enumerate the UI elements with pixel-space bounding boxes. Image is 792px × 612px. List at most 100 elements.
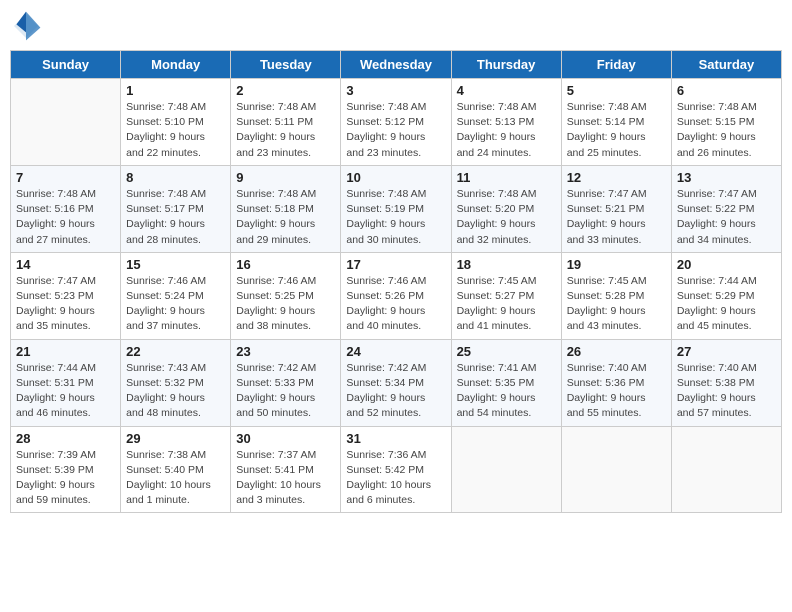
day-number: 14 (16, 257, 115, 272)
day-number: 23 (236, 344, 335, 359)
day-number: 6 (677, 83, 776, 98)
cell-info: Sunrise: 7:42 AMSunset: 5:34 PMDaylight:… (346, 361, 445, 422)
logo-icon (10, 10, 42, 42)
calendar-cell: 7 Sunrise: 7:48 AMSunset: 5:16 PMDaylight… (11, 165, 121, 252)
cell-info: Sunrise: 7:47 AMSunset: 5:22 PMDaylight:… (677, 187, 776, 248)
logo (10, 10, 46, 42)
cell-info: Sunrise: 7:40 AMSunset: 5:36 PMDaylight:… (567, 361, 666, 422)
weekday-header-friday: Friday (561, 51, 671, 79)
cell-info: Sunrise: 7:42 AMSunset: 5:33 PMDaylight:… (236, 361, 335, 422)
day-number: 9 (236, 170, 335, 185)
day-number: 24 (346, 344, 445, 359)
calendar-cell: 21Sunrise: 7:44 AMSunset: 5:31 PMDayligh… (11, 339, 121, 426)
day-number: 7 (16, 170, 115, 185)
calendar-table: SundayMondayTuesdayWednesdayThursdayFrid… (10, 50, 782, 513)
calendar-cell: 30 Sunrise: 7:37 AMSunset: 5:41 PMDayligh… (231, 426, 341, 513)
cell-info: Sunrise: 7:38 AMSunset: 5:40 PMDaylight:… (126, 448, 225, 509)
day-number: 26 (567, 344, 666, 359)
calendar-cell: 16 Sunrise: 7:46 AMSunset: 5:25 PMDayligh… (231, 252, 341, 339)
calendar-cell: 24 Sunrise: 7:42 AMSunset: 5:34 PMDayligh… (341, 339, 451, 426)
cell-info: Sunrise: 7:48 AMSunset: 5:18 PMDaylight:… (236, 187, 335, 248)
day-number: 13 (677, 170, 776, 185)
cell-info: Sunrise: 7:37 AMSunset: 5:41 PMDaylight:… (236, 448, 335, 509)
calendar-cell: 1 Sunrise: 7:48 AMSunset: 5:10 PMDaylight… (121, 79, 231, 166)
calendar-cell: 27 Sunrise: 7:40 AMSunset: 5:38 PMDayligh… (671, 339, 781, 426)
day-number: 20 (677, 257, 776, 272)
weekday-header-saturday: Saturday (671, 51, 781, 79)
weekday-header-monday: Monday (121, 51, 231, 79)
calendar-cell: 23 Sunrise: 7:42 AMSunset: 5:33 PMDayligh… (231, 339, 341, 426)
day-number: 29 (126, 431, 225, 446)
day-number: 21 (16, 344, 115, 359)
cell-info: Sunrise: 7:48 AMSunset: 5:17 PMDaylight:… (126, 187, 225, 248)
cell-info: Sunrise: 7:48 AMSunset: 5:12 PMDaylight:… (346, 100, 445, 161)
calendar-cell: 15Sunrise: 7:46 AMSunset: 5:24 PMDayligh… (121, 252, 231, 339)
day-number: 12 (567, 170, 666, 185)
cell-info: Sunrise: 7:45 AMSunset: 5:27 PMDaylight:… (457, 274, 556, 335)
calendar-cell: 22Sunrise: 7:43 AMSunset: 5:32 PMDayligh… (121, 339, 231, 426)
day-number: 16 (236, 257, 335, 272)
calendar-cell (451, 426, 561, 513)
cell-info: Sunrise: 7:48 AMSunset: 5:16 PMDaylight:… (16, 187, 115, 248)
calendar-cell: 3Sunrise: 7:48 AMSunset: 5:12 PMDaylight… (341, 79, 451, 166)
calendar-cell: 28 Sunrise: 7:39 AMSunset: 5:39 PMDayligh… (11, 426, 121, 513)
calendar-cell: 14 Sunrise: 7:47 AMSunset: 5:23 PMDayligh… (11, 252, 121, 339)
cell-info: Sunrise: 7:40 AMSunset: 5:38 PMDaylight:… (677, 361, 776, 422)
cell-info: Sunrise: 7:48 AMSunset: 5:11 PMDaylight:… (236, 100, 335, 161)
calendar-cell: 9 Sunrise: 7:48 AMSunset: 5:18 PMDaylight… (231, 165, 341, 252)
cell-info: Sunrise: 7:48 AMSunset: 5:20 PMDaylight:… (457, 187, 556, 248)
cell-info: Sunrise: 7:36 AMSunset: 5:42 PMDaylight:… (346, 448, 445, 509)
calendar-cell: 8 Sunrise: 7:48 AMSunset: 5:17 PMDaylight… (121, 165, 231, 252)
cell-info: Sunrise: 7:41 AMSunset: 5:35 PMDaylight:… (457, 361, 556, 422)
calendar-cell: 4 Sunrise: 7:48 AMSunset: 5:13 PMDaylight… (451, 79, 561, 166)
day-number: 10 (346, 170, 445, 185)
cell-info: Sunrise: 7:48 AMSunset: 5:15 PMDaylight:… (677, 100, 776, 161)
calendar-cell: 29 Sunrise: 7:38 AMSunset: 5:40 PMDayligh… (121, 426, 231, 513)
cell-info: Sunrise: 7:48 AMSunset: 5:14 PMDaylight:… (567, 100, 666, 161)
calendar-cell: 13 Sunrise: 7:47 AMSunset: 5:22 PMDayligh… (671, 165, 781, 252)
calendar-cell: 26 Sunrise: 7:40 AMSunset: 5:36 PMDayligh… (561, 339, 671, 426)
weekday-header-sunday: Sunday (11, 51, 121, 79)
day-number: 8 (126, 170, 225, 185)
day-number: 31 (346, 431, 445, 446)
calendar-cell: 10 Sunrise: 7:48 AMSunset: 5:19 PMDayligh… (341, 165, 451, 252)
day-number: 4 (457, 83, 556, 98)
calendar-week-row: 7 Sunrise: 7:48 AMSunset: 5:16 PMDaylight… (11, 165, 782, 252)
cell-info: Sunrise: 7:39 AMSunset: 5:39 PMDaylight:… (16, 448, 115, 509)
calendar-cell (671, 426, 781, 513)
cell-info: Sunrise: 7:46 AMSunset: 5:24 PMDaylight:… (126, 274, 225, 335)
calendar-cell: 18 Sunrise: 7:45 AMSunset: 5:27 PMDayligh… (451, 252, 561, 339)
calendar-cell: 31 Sunrise: 7:36 AMSunset: 5:42 PMDayligh… (341, 426, 451, 513)
calendar-cell: 11Sunrise: 7:48 AMSunset: 5:20 PMDayligh… (451, 165, 561, 252)
cell-info: Sunrise: 7:46 AMSunset: 5:26 PMDaylight:… (346, 274, 445, 335)
cell-info: Sunrise: 7:47 AMSunset: 5:23 PMDaylight:… (16, 274, 115, 335)
calendar-cell: 19Sunrise: 7:45 AMSunset: 5:28 PMDayligh… (561, 252, 671, 339)
weekday-header-tuesday: Tuesday (231, 51, 341, 79)
cell-info: Sunrise: 7:47 AMSunset: 5:21 PMDaylight:… (567, 187, 666, 248)
calendar-cell (11, 79, 121, 166)
page-header (10, 10, 782, 42)
calendar-week-row: 14 Sunrise: 7:47 AMSunset: 5:23 PMDayligh… (11, 252, 782, 339)
day-number: 5 (567, 83, 666, 98)
calendar-week-row: 28 Sunrise: 7:39 AMSunset: 5:39 PMDayligh… (11, 426, 782, 513)
day-number: 1 (126, 83, 225, 98)
cell-info: Sunrise: 7:44 AMSunset: 5:29 PMDaylight:… (677, 274, 776, 335)
cell-info: Sunrise: 7:46 AMSunset: 5:25 PMDaylight:… (236, 274, 335, 335)
weekday-header-wednesday: Wednesday (341, 51, 451, 79)
calendar-cell: 17 Sunrise: 7:46 AMSunset: 5:26 PMDayligh… (341, 252, 451, 339)
cell-info: Sunrise: 7:48 AMSunset: 5:19 PMDaylight:… (346, 187, 445, 248)
day-number: 30 (236, 431, 335, 446)
day-number: 2 (236, 83, 335, 98)
day-number: 27 (677, 344, 776, 359)
day-number: 18 (457, 257, 556, 272)
cell-info: Sunrise: 7:48 AMSunset: 5:13 PMDaylight:… (457, 100, 556, 161)
cell-info: Sunrise: 7:48 AMSunset: 5:10 PMDaylight:… (126, 100, 225, 161)
calendar-cell: 12 Sunrise: 7:47 AMSunset: 5:21 PMDayligh… (561, 165, 671, 252)
calendar-cell: 5 Sunrise: 7:48 AMSunset: 5:14 PMDaylight… (561, 79, 671, 166)
day-number: 28 (16, 431, 115, 446)
day-number: 22 (126, 344, 225, 359)
calendar-cell (561, 426, 671, 513)
calendar-week-row: 1 Sunrise: 7:48 AMSunset: 5:10 PMDaylight… (11, 79, 782, 166)
cell-info: Sunrise: 7:45 AMSunset: 5:28 PMDaylight:… (567, 274, 666, 335)
day-number: 17 (346, 257, 445, 272)
